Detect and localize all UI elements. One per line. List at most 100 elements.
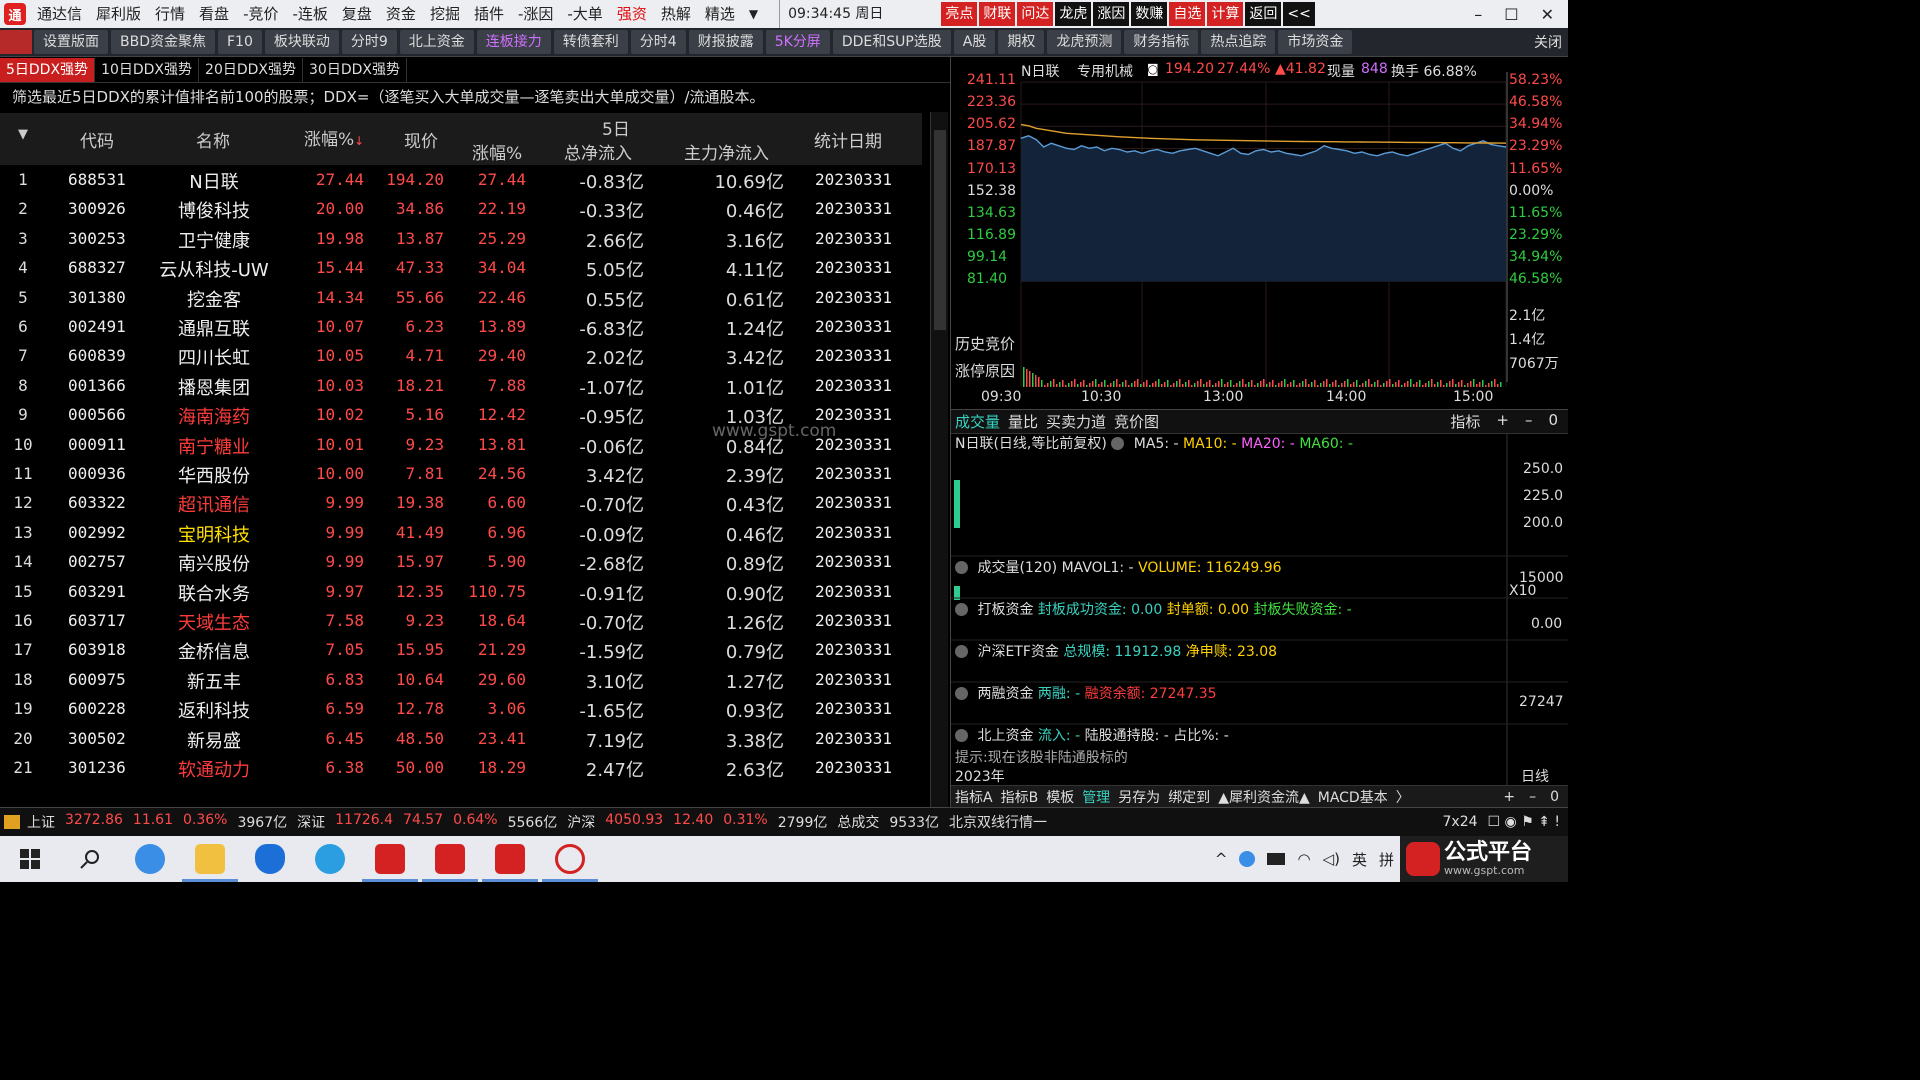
quick-button-4[interactable]: 涨因 xyxy=(1093,2,1130,26)
menu-item-0[interactable]: 通达信 xyxy=(30,0,89,28)
ddx-subtab-0[interactable]: 5日DDX强势 xyxy=(0,57,96,82)
layout-tab-16[interactable]: 热点追踪 xyxy=(1201,30,1276,54)
layout-tab-13[interactable]: 期权 xyxy=(998,30,1045,54)
quick-button-7[interactable]: 计算 xyxy=(1207,2,1244,26)
status-item[interactable]: 深证 xyxy=(292,812,330,832)
header-date[interactable]: 统计日期 xyxy=(814,127,882,152)
menu-item-5[interactable]: -连板 xyxy=(285,0,334,28)
indicator-bar-tab-5[interactable]: 绑定到 xyxy=(1164,787,1214,807)
indicator-tab-1[interactable]: 量比 xyxy=(1004,411,1042,432)
tool-app-icon[interactable] xyxy=(540,836,600,882)
table-row[interactable]: 4 688327 云从科技-UW 15.44 47.33 34.04 5.05亿 4.11亿 2… xyxy=(0,253,922,282)
volume-icon[interactable]: ◁) xyxy=(1323,850,1340,868)
tray-app-icon[interactable] xyxy=(1239,851,1256,867)
indicator-bar-tab-6[interactable]: ▲犀利资金流▲ xyxy=(1214,787,1314,807)
layout-tab-9[interactable]: 财报披露 xyxy=(688,30,763,54)
table-row[interactable]: 15 603291 联合水务 9.97 12.35 110.75 -0.91亿 0.90亿 20… xyxy=(0,577,922,606)
menu-item-10[interactable]: -涨因 xyxy=(511,0,560,28)
table-row[interactable]: 14 002757 南兴股份 9.99 15.97 5.90 -2.68亿 0.89亿 2023… xyxy=(0,547,922,576)
tdx-app-icon-1[interactable] xyxy=(360,836,420,882)
ie-browser-icon[interactable] xyxy=(120,836,180,882)
layout-tab-2[interactable]: F10 xyxy=(218,30,262,54)
etf-check-icon[interactable] xyxy=(955,645,968,658)
menu-item-2[interactable]: 行情 xyxy=(148,0,192,28)
table-row[interactable]: 21 301236 软通动力 6.38 50.00 18.29 2.47亿 2.63亿 2023… xyxy=(0,753,922,782)
status-tray-icons[interactable]: ☐ ◉ ⚑ ⇞ ! xyxy=(1483,814,1568,830)
table-row[interactable]: 11 000936 华西股份 10.00 7.81 24.56 3.42亿 2.39亿 2023… xyxy=(0,459,922,488)
status-item[interactable]: 上证 xyxy=(22,812,60,832)
menu-item-7[interactable]: 资金 xyxy=(379,0,423,28)
status-item[interactable]: 9533亿 xyxy=(884,812,944,832)
menu-dropdown-icon[interactable]: ▼ xyxy=(742,0,765,28)
indicator-tool-1[interactable]: + xyxy=(1492,411,1513,432)
close-layout-button[interactable]: 关闭 xyxy=(1534,32,1568,52)
table-row[interactable]: 8 001366 播恩集团 10.03 18.21 7.88 -1.07亿 1.01亿 2023… xyxy=(0,371,922,400)
header-flow5[interactable]: 总净流入 xyxy=(564,139,632,164)
indicator-bar-tab-1[interactable]: 指标B xyxy=(997,787,1043,807)
news-7x24[interactable]: 7x24 xyxy=(1438,814,1483,830)
menu-item-3[interactable]: 看盘 xyxy=(192,0,236,28)
table-row[interactable]: 1 688531 N日联 27.44 194.20 27.44 -0.83亿 10.69亿 20… xyxy=(0,165,922,194)
tray-expand-icon[interactable]: ^ xyxy=(1215,850,1228,868)
table-row[interactable]: 20 300502 新易盛 6.45 48.50 23.41 7.19亿 3.38亿 20230… xyxy=(0,724,922,753)
north-check-icon[interactable] xyxy=(955,729,968,742)
indicator-bar-tab-3[interactable]: 管理 xyxy=(1078,787,1114,807)
indicator-tool-3[interactable]: 0 xyxy=(1544,411,1562,432)
maximize-icon[interactable]: ☐ xyxy=(1504,5,1518,24)
indicator-tab-2[interactable]: 买卖力道 xyxy=(1042,411,1110,432)
history-auction-button[interactable]: 历史竞价 xyxy=(955,333,1015,354)
header-pct5[interactable]: 涨幅% xyxy=(472,139,522,164)
wifi-icon[interactable]: ◠ xyxy=(1297,850,1310,868)
ddx-subtab-2[interactable]: 20日DDX强势 xyxy=(199,57,303,82)
layout-tab-15[interactable]: 财务指标 xyxy=(1124,30,1199,54)
edge-browser-icon[interactable] xyxy=(300,836,360,882)
quick-button-0[interactable]: 亮点 xyxy=(941,2,978,26)
daban-check-icon[interactable] xyxy=(955,603,968,616)
layout-tab-10[interactable]: 5K分屏 xyxy=(765,30,830,54)
quick-button-6[interactable]: 自选 xyxy=(1169,2,1206,26)
ddx-subtab-3[interactable]: 30日DDX强势 xyxy=(303,57,407,82)
indicator-tool-0[interactable]: 指标 xyxy=(1446,411,1484,432)
layout-tab-4[interactable]: 分时9 xyxy=(341,30,397,54)
indicator-tab-0[interactable]: 成交量 xyxy=(951,411,1004,432)
layout-tab-6[interactable]: 连板接力 xyxy=(476,30,551,54)
close-icon[interactable]: ✕ xyxy=(1541,5,1554,24)
menu-item-12[interactable]: 强资 xyxy=(610,0,654,28)
indicator-bar-tab-7[interactable]: MACD基本 xyxy=(1314,787,1392,807)
table-row[interactable]: 19 600228 返利科技 6.59 12.78 3.06 -1.65亿 0.93亿 2023… xyxy=(0,694,922,723)
quick-button-5[interactable]: 数赚 xyxy=(1131,2,1168,26)
layout-tab-17[interactable]: 市场资金 xyxy=(1278,30,1353,54)
layout-tab-8[interactable]: 分时4 xyxy=(630,30,686,54)
minimize-icon[interactable]: – xyxy=(1474,5,1482,24)
indicator-bar-tool-2[interactable]: 0 xyxy=(1546,789,1563,805)
quick-button-3[interactable]: 龙虎 xyxy=(1055,2,1092,26)
menu-item-11[interactable]: -大单 xyxy=(560,0,609,28)
status-item[interactable]: 北京双线行情一 xyxy=(944,812,1052,832)
quick-button-8[interactable]: 返回 xyxy=(1245,2,1282,26)
indicator-bar-tool-0[interactable]: + xyxy=(1499,789,1519,805)
quick-button-2[interactable]: 问达 xyxy=(1017,2,1054,26)
intraday-chart-svg[interactable] xyxy=(951,57,1568,409)
header-code[interactable]: 代码 xyxy=(80,127,114,152)
header-name[interactable]: 名称 xyxy=(196,127,230,152)
layout-tab-1[interactable]: BBD资金聚焦 xyxy=(111,30,215,54)
ime-english[interactable]: 英 xyxy=(1352,849,1367,870)
quick-button-9[interactable]: << xyxy=(1283,2,1315,26)
menu-item-4[interactable]: -竞价 xyxy=(236,0,285,28)
tdx-app-icon-3[interactable] xyxy=(480,836,540,882)
table-row[interactable]: 2 300926 博俊科技 20.00 34.86 22.19 -0.33亿 0.46亿 202… xyxy=(0,194,922,223)
indicator-bar-tab-2[interactable]: 模板 xyxy=(1042,787,1078,807)
settings-check-icon[interactable] xyxy=(1111,437,1125,450)
menu-item-13[interactable]: 热解 xyxy=(654,0,698,28)
table-row[interactable]: 3 300253 卫宁健康 19.98 13.87 25.29 2.66亿 3.16亿 2023… xyxy=(0,224,922,253)
limit-reason-button[interactable]: 涨停原因 xyxy=(955,360,1015,381)
table-row[interactable]: 6 002491 通鼎互联 10.07 6.23 13.89 -6.83亿 1.24亿 2023… xyxy=(0,312,922,341)
indicator-bar-tab-4[interactable]: 另存为 xyxy=(1114,787,1164,807)
indicator-bar-tab-0[interactable]: 指标A xyxy=(951,787,997,807)
volume-check-icon[interactable] xyxy=(955,561,968,574)
file-explorer-icon[interactable] xyxy=(180,836,240,882)
menu-item-9[interactable]: 插件 xyxy=(467,0,511,28)
market-icon[interactable] xyxy=(4,815,20,829)
layout-tab-3[interactable]: 板块联动 xyxy=(264,30,339,54)
layout-tab-0[interactable]: 设置版面 xyxy=(34,30,108,54)
